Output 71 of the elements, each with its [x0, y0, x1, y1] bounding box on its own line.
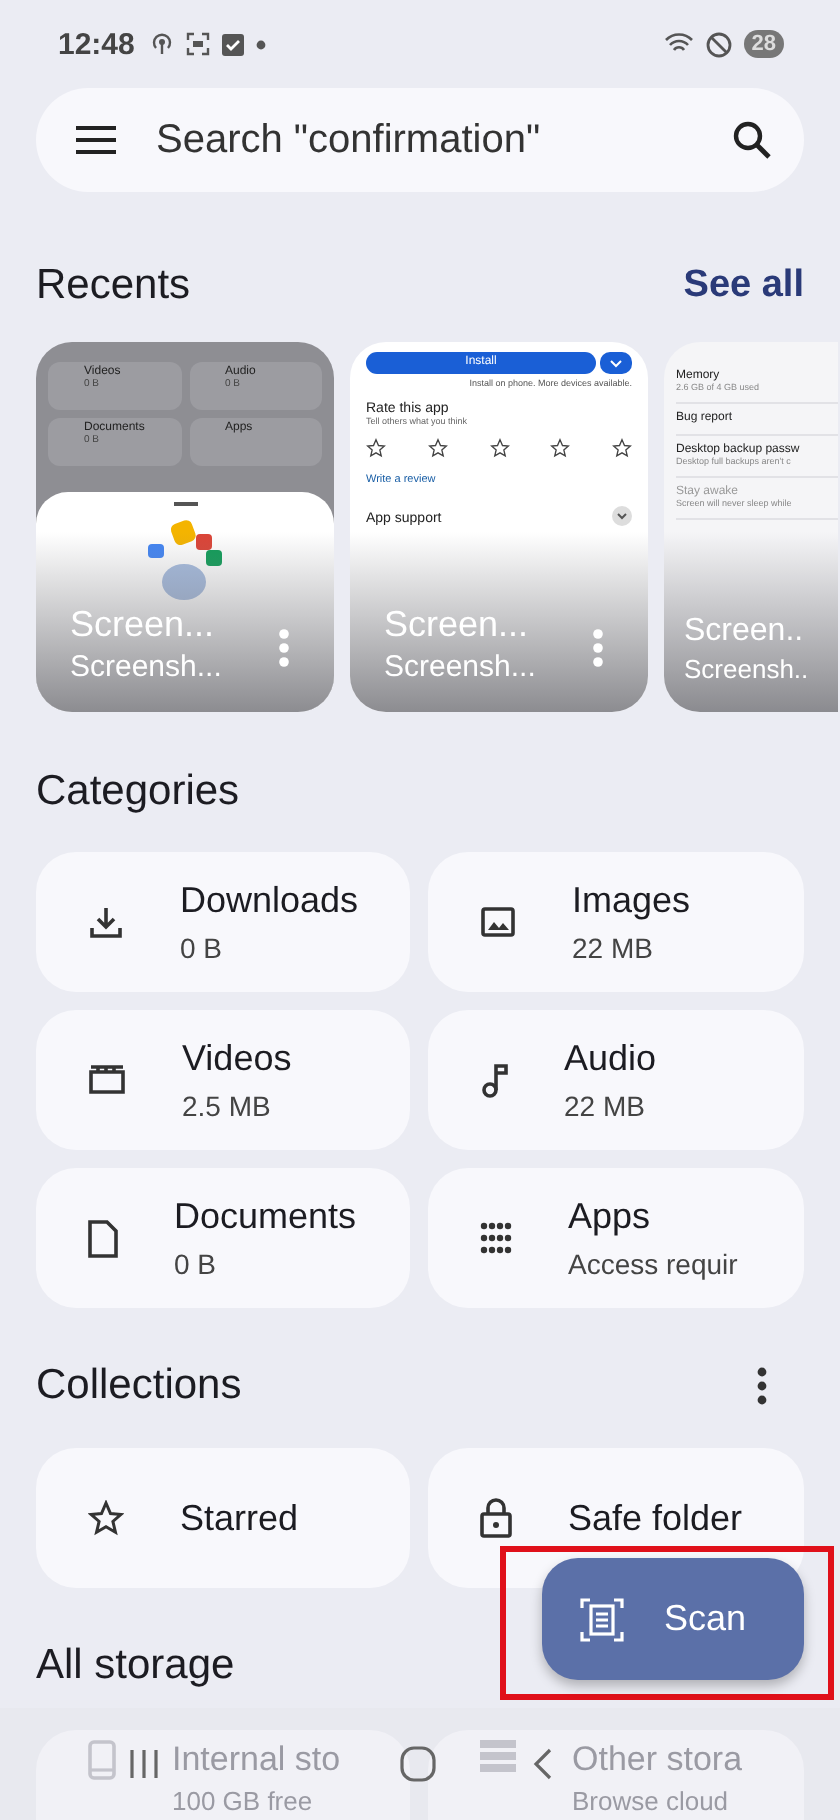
thumbnail-subtitle: Screensh.. — [684, 654, 809, 684]
thumbnail-title: Screen.. — [684, 614, 806, 650]
storage-detail: Browse cloud — [572, 1786, 731, 1816]
thumbnail-subtitle: Screensh... — [70, 650, 222, 684]
category-tile[interactable]: Apps Access requir — [428, 1168, 804, 1308]
category-name: Apps — [568, 1196, 653, 1238]
storage-detail: 100 GB free — [172, 1786, 315, 1816]
dot-icon — [256, 39, 267, 49]
hotspot-icon — [150, 32, 175, 56]
star-icon — [427, 438, 448, 458]
category-size: 0 B — [174, 1248, 219, 1280]
section-title: Recents — [36, 262, 191, 310]
category-name: Audio — [564, 1038, 657, 1080]
recent-apps-icon[interactable] — [128, 1748, 160, 1780]
thumbnail-subtitle: Screensh... — [384, 650, 536, 684]
search-bar[interactable]: Search "confirmation" — [36, 88, 804, 192]
section-title: Collections — [36, 1362, 242, 1410]
image-icon — [480, 904, 516, 940]
category-tile[interactable]: Downloads 0 B — [36, 852, 410, 992]
music-note-icon — [480, 1062, 508, 1098]
status-time: 12:48 — [58, 27, 135, 61]
collection-tile[interactable]: Starred — [36, 1448, 410, 1588]
collection-name: Starred — [180, 1497, 299, 1539]
category-size: 22 MB — [572, 932, 655, 964]
category-name: Documents — [174, 1196, 357, 1238]
star-icon — [489, 438, 509, 458]
screenshot-icon — [186, 32, 211, 56]
category-name: Downloads — [180, 880, 359, 922]
wifi-icon — [663, 32, 694, 56]
category-tile[interactable]: Images 22 MB — [428, 852, 804, 992]
category-name: Images — [572, 880, 691, 922]
category-name: Videos — [182, 1038, 292, 1080]
document-icon — [88, 1219, 118, 1257]
search-icon[interactable] — [732, 120, 772, 160]
category-tile[interactable]: Videos 2.5 MB — [36, 1010, 410, 1150]
apps-grid-icon — [480, 1222, 512, 1254]
thumbnail-title: Screen... — [70, 604, 217, 646]
category-size: Access requir — [568, 1248, 738, 1280]
back-icon[interactable] — [532, 1748, 552, 1780]
download-icon — [88, 904, 124, 940]
battery-level: 28 — [743, 30, 784, 58]
clapperboard-icon — [88, 1064, 126, 1096]
collection-name: Safe folder — [568, 1497, 743, 1539]
menu-icon[interactable] — [76, 124, 116, 156]
search-field[interactable]: Search "confirmation" — [152, 115, 696, 165]
phone-icon — [88, 1740, 116, 1780]
dropdown-icon — [600, 352, 632, 374]
checkbox-icon — [222, 33, 245, 55]
lock-icon — [480, 1498, 512, 1538]
star-icon — [550, 438, 571, 458]
see-all-link[interactable]: See all — [683, 264, 804, 308]
category-size: 0 B — [180, 932, 225, 964]
server-icon — [480, 1740, 516, 1772]
thumbnail-title: Screen... — [384, 604, 531, 646]
star-icon — [366, 438, 386, 458]
more-icon[interactable] — [756, 1366, 768, 1406]
scan-icon — [580, 1597, 624, 1641]
category-tile[interactable]: Documents 0 B — [36, 1168, 410, 1308]
storage-name: Internal sto — [172, 1740, 341, 1780]
star-icon — [612, 438, 632, 458]
category-size: 2.5 MB — [182, 1090, 273, 1122]
do-not-disturb-icon — [705, 31, 732, 57]
storage-name: Other stora — [572, 1740, 743, 1780]
expand-icon — [612, 506, 632, 526]
section-title: All storage — [36, 1642, 235, 1690]
home-icon[interactable] — [400, 1746, 436, 1782]
category-size: 22 MB — [564, 1090, 647, 1122]
star-icon — [88, 1500, 124, 1536]
scan-button[interactable]: Scan — [542, 1558, 804, 1680]
category-tile[interactable]: Audio 22 MB — [428, 1010, 804, 1150]
section-title: Categories — [36, 768, 240, 816]
